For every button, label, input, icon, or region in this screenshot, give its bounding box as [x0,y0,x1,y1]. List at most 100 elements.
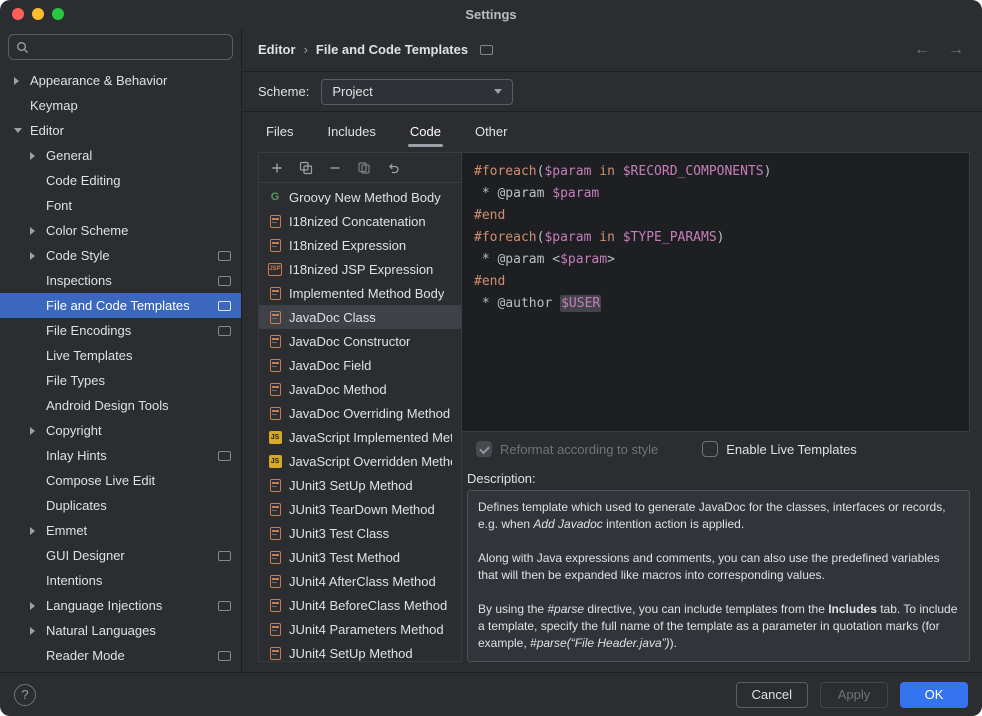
copy-template-icon[interactable] [356,160,372,176]
template-item-junit4-afterclass-method[interactable]: JUnit4 AfterClass Method [259,569,461,593]
description-paragraph: Along with Java expressions and comments… [478,550,959,584]
template-item-javadoc-method[interactable]: JavaDoc Method [259,377,461,401]
sidebar-item-appearance-behavior[interactable]: Appearance & Behavior [0,68,241,93]
chevron-right-icon[interactable] [30,427,46,435]
sidebar-item-gui-designer[interactable]: GUI Designer [0,543,241,568]
sidebar-item-file-types[interactable]: File Types [0,368,241,393]
breadcrumb-section[interactable]: Editor [258,42,296,57]
cancel-button[interactable]: Cancel [736,682,808,708]
code-line: #foreach($param in $RECORD_COMPONENTS) [474,161,957,183]
tab-includes[interactable]: Includes [325,112,377,150]
settings-search[interactable] [8,34,233,60]
search-icon [16,41,29,54]
template-item-javascript-overridden-metho[interactable]: JSJavaScript Overridden Metho [259,449,461,473]
sidebar-item-font[interactable]: Font [0,193,241,218]
sidebar-item-natural-languages[interactable]: Natural Languages [0,618,241,643]
template-file-icon [268,358,282,372]
forward-icon[interactable]: → [948,41,964,59]
sidebar-item-keymap[interactable]: Keymap [0,93,241,118]
scheme-select[interactable]: Project [321,79,513,105]
template-item-junit4-setup-method[interactable]: JUnit4 SetUp Method [259,641,461,661]
sidebar-item-label: Intentions [46,573,102,588]
template-item-junit4-parameters-method[interactable]: JUnit4 Parameters Method [259,617,461,641]
sidebar-item-label: Code Style [46,248,110,263]
sidebar-item-reader-mode[interactable]: Reader Mode [0,643,241,668]
add-template-icon[interactable] [269,160,285,176]
tab-other[interactable]: Other [473,112,510,150]
sidebar-item-file-and-code-templates[interactable]: File and Code Templates [0,293,241,318]
scheme-label: Scheme: [258,84,309,99]
enable-live-templates-checkbox[interactable] [702,441,718,457]
sidebar-item-duplicates[interactable]: Duplicates [0,493,241,518]
template-item-junit3-test-class[interactable]: JUnit3 Test Class [259,521,461,545]
template-item-junit3-teardown-method[interactable]: JUnit3 TearDown Method [259,497,461,521]
sidebar-item-inlay-hints[interactable]: Inlay Hints [0,443,241,468]
help-button[interactable]: ? [14,684,36,706]
template-item-i18nized-concatenation[interactable]: I18nized Concatenation [259,209,461,233]
search-input[interactable] [34,40,225,55]
chevron-right-icon[interactable] [30,527,46,535]
template-item-javadoc-field[interactable]: JavaDoc Field [259,353,461,377]
remove-template-icon[interactable] [327,160,343,176]
template-item-implemented-method-body[interactable]: Implemented Method Body [259,281,461,305]
description-paragraph: By using the #parse directive, you can i… [478,601,959,652]
chevron-right-icon[interactable] [30,602,46,610]
sidebar-item-emmet[interactable]: Emmet [0,518,241,543]
template-item-junit3-setup-method[interactable]: JUnit3 SetUp Method [259,473,461,497]
chevron-right-icon[interactable] [30,152,46,160]
description-box[interactable]: Defines template which used to generate … [467,490,970,662]
zoom-button[interactable] [52,8,64,20]
tab-files[interactable]: Files [264,112,295,150]
template-item-javascript-implemented-met[interactable]: JSJavaScript Implemented Met [259,425,461,449]
sidebar-item-label: File Encodings [46,323,131,338]
template-item-i18nized-expression[interactable]: I18nized Expression [259,233,461,257]
sidebar-item-label: GUI Designer [46,548,125,563]
sidebar-item-intentions[interactable]: Intentions [0,568,241,593]
description-paragraph: Defines template which used to generate … [478,499,959,533]
template-item-label: JUnit3 Test Method [289,550,400,565]
reformat-label: Reformat according to style [500,442,658,457]
sidebar-item-copyright[interactable]: Copyright [0,418,241,443]
sidebar-item-code-style[interactable]: Code Style [0,243,241,268]
template-item-i18nized-jsp-expression[interactable]: JSPI18nized JSP Expression [259,257,461,281]
chevron-right-icon[interactable] [30,252,46,260]
chevron-right-icon[interactable] [30,227,46,235]
close-button[interactable] [12,8,24,20]
reformat-option[interactable]: Reformat according to style [476,441,658,457]
sidebar-item-code-editing[interactable]: Code Editing [0,168,241,193]
sidebar-item-live-templates[interactable]: Live Templates [0,343,241,368]
tab-code[interactable]: Code [408,112,443,150]
sidebar-item-compose-live-edit[interactable]: Compose Live Edit [0,468,241,493]
create-child-template-icon[interactable] [298,160,314,176]
template-item-javadoc-overriding-method[interactable]: JavaDoc Overriding Method [259,401,461,425]
sidebar-item-editor[interactable]: Editor [0,118,241,143]
template-item-label: JavaScript Overridden Metho [289,454,452,469]
minimize-button[interactable] [32,8,44,20]
sidebar-item-label: General [46,148,92,163]
chevron-down-icon[interactable] [14,128,30,133]
reformat-checkbox[interactable] [476,441,492,457]
scheme-value: Project [332,84,372,99]
code-line: #foreach($param in $TYPE_PARAMS) [474,227,957,249]
reset-to-default-icon[interactable] [385,160,401,176]
template-editor[interactable]: #foreach($param in $RECORD_COMPONENTS) *… [462,152,970,432]
sidebar-item-inspections[interactable]: Inspections [0,268,241,293]
chevron-right-icon[interactable] [30,627,46,635]
sidebar-item-label: Inlay Hints [46,448,107,463]
sidebar-item-language-injections[interactable]: Language Injections [0,593,241,618]
template-item-groovy-new-method-body[interactable]: GGroovy New Method Body [259,185,461,209]
chevron-right-icon[interactable] [14,77,30,85]
ok-button[interactable]: OK [900,682,968,708]
apply-button[interactable]: Apply [820,682,888,708]
sidebar-item-color-scheme[interactable]: Color Scheme [0,218,241,243]
template-item-javadoc-class[interactable]: JavaDoc Class [259,305,461,329]
sidebar-item-file-encodings[interactable]: File Encodings [0,318,241,343]
template-item-junit3-test-method[interactable]: JUnit3 Test Method [259,545,461,569]
enable-live-templates-option[interactable]: Enable Live Templates [702,441,857,457]
template-item-javadoc-constructor[interactable]: JavaDoc Constructor [259,329,461,353]
template-file-icon [268,382,282,396]
sidebar-item-android-design-tools[interactable]: Android Design Tools [0,393,241,418]
template-item-junit4-beforeclass-method[interactable]: JUnit4 BeforeClass Method [259,593,461,617]
sidebar-item-general[interactable]: General [0,143,241,168]
back-icon[interactable]: ← [914,41,930,59]
